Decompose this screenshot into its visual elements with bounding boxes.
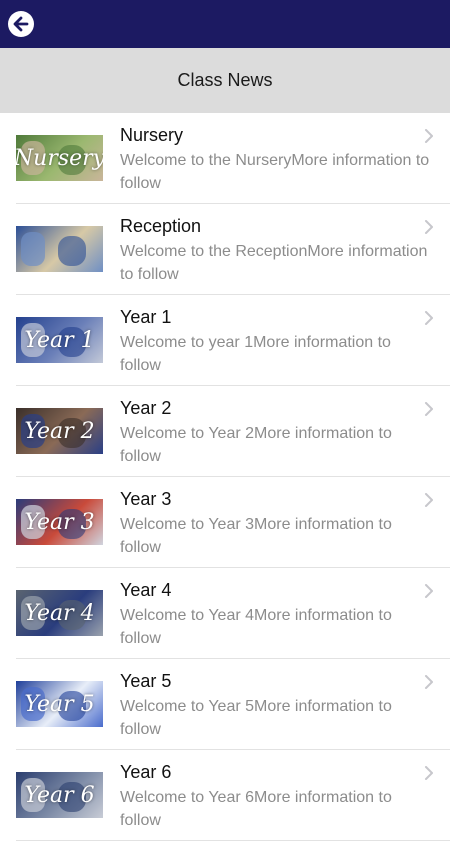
class-thumbnail: Year 6 [16, 772, 103, 818]
class-thumbnail: Year 5 [16, 681, 103, 727]
list-item-title: Year 3 [120, 489, 172, 509]
thumbnail-caption: Year 2 [24, 418, 95, 444]
chevron-right-icon [425, 766, 433, 780]
chevron-right-icon [425, 584, 433, 598]
thumbnail-caption: Year 1 [24, 327, 95, 353]
list-item-title: Year 6 [120, 762, 172, 782]
list-item-title: Reception [120, 216, 202, 236]
list-item[interactable]: Year 1 Year 1 Welcome to year 1More inform… [0, 295, 450, 386]
list-item-title: Year 4 [120, 580, 172, 600]
thumbnail-caption: Year 5 [24, 691, 95, 717]
chevron-right-icon [425, 402, 433, 416]
top-app-bar [0, 0, 450, 48]
class-thumbnail: Year 1 [16, 317, 103, 363]
list-item-description: Welcome to year 1More information to fol… [120, 334, 391, 374]
thumbnail-caption: Year 3 [24, 509, 95, 535]
list-item-title: Year 1 [120, 307, 172, 327]
class-thumbnail: Year 3 [16, 499, 103, 545]
class-thumbnail: Year 4 [16, 590, 103, 636]
list-item-description: Welcome to Year 3More information to fol… [120, 516, 392, 556]
list-item-description: Welcome to Year 4More information to fol… [120, 607, 392, 647]
class-thumbnail: Nursery [16, 135, 103, 181]
class-news-list: Nursery Nursery Welcome to the NurseryMore… [0, 113, 450, 841]
back-button[interactable] [8, 11, 34, 37]
list-item-title: Year 5 [120, 671, 172, 691]
list-item-description: Welcome to Year 6More information to fol… [120, 789, 392, 829]
list-item-description: Welcome to the ReceptionMore information… [120, 243, 428, 283]
list-item-title: Year 2 [120, 398, 172, 418]
list-item-description: Welcome to Year 2More information to fol… [120, 425, 392, 465]
list-item[interactable]: Reception Welcome to the ReceptionMore in… [0, 204, 450, 295]
list-item-title: Nursery [120, 125, 184, 145]
chevron-right-icon [425, 493, 433, 507]
class-thumbnail: Year 2 [16, 408, 103, 454]
list-item-description: Welcome to Year 5More information to fol… [120, 698, 392, 738]
class-thumbnail [16, 226, 103, 272]
thumbnail-caption: Year 4 [24, 600, 95, 626]
thumbnail-caption: Year 6 [24, 782, 95, 808]
list-item[interactable]: Year 4 Year 4 Welcome to Year 4More inform… [0, 568, 450, 659]
list-item[interactable]: Nursery Nursery Welcome to the NurseryMore… [0, 113, 450, 204]
thumbnail-caption: Nursery [16, 145, 103, 171]
page-header: Class News [0, 48, 450, 113]
list-item[interactable]: Year 3 Year 3 Welcome to Year 3More inform… [0, 477, 450, 568]
list-item[interactable]: Year 5 Year 5 Welcome to Year 5More inform… [0, 659, 450, 750]
list-item-description: Welcome to the NurseryMore information t… [120, 152, 430, 192]
page-title: Class News [177, 70, 273, 90]
chevron-right-icon [425, 675, 433, 689]
back-arrow-icon [13, 16, 29, 32]
chevron-right-icon [425, 220, 433, 234]
chevron-right-icon [425, 129, 433, 143]
chevron-right-icon [425, 311, 433, 325]
list-item[interactable]: Year 6 Year 6 Welcome to Year 6More inform… [0, 750, 450, 841]
list-item[interactable]: Year 2 Year 2 Welcome to Year 2More inform… [0, 386, 450, 477]
